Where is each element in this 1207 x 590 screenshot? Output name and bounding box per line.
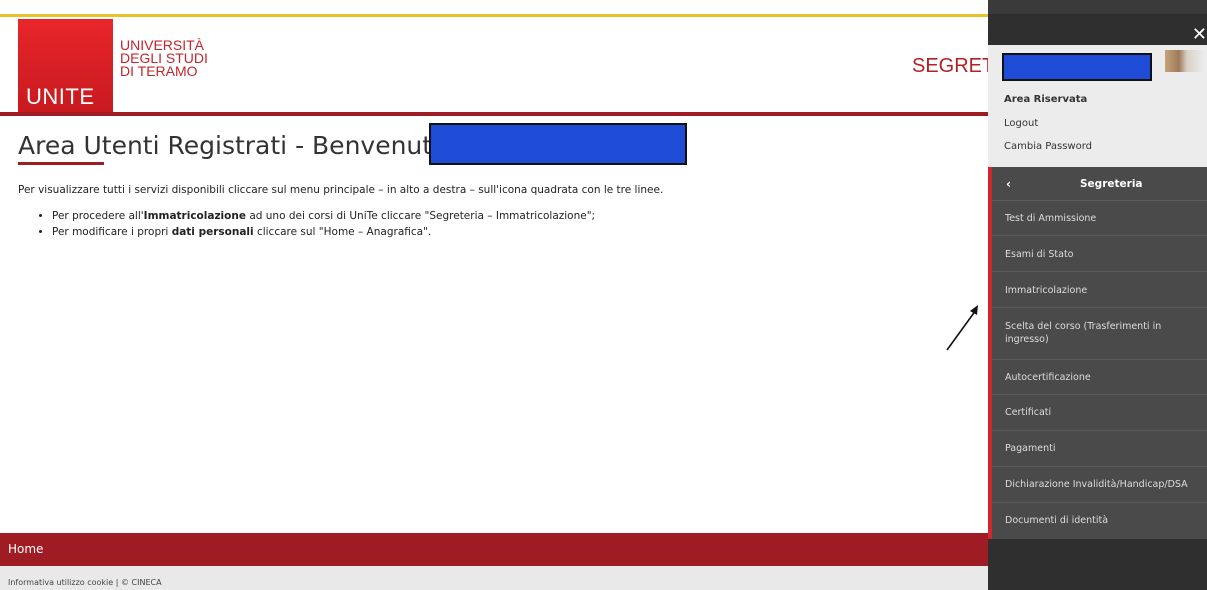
segreteria-menu: ‹ Segreteria Test di Ammissione Esami di… xyxy=(988,167,1207,539)
menu-title: Segreteria xyxy=(1080,178,1143,190)
footer-home-link[interactable]: Home xyxy=(8,542,43,556)
redacted-username xyxy=(429,123,687,165)
menu-item-label: Test di Ammissione xyxy=(1005,213,1097,224)
bullet-text: Per procedere all' xyxy=(52,210,144,222)
area-riservata-label: Area Riservata xyxy=(1004,94,1088,105)
menu-item-dichiarazione[interactable]: Dichiarazione Invalidità/Handicap/DSA xyxy=(988,467,1207,503)
section-title: SEGRET xyxy=(912,55,995,77)
bullet-bold: dati personali xyxy=(171,226,254,238)
menu-item-autocertificazione[interactable]: Autocertificazione xyxy=(988,360,1207,395)
avatar xyxy=(1165,50,1205,72)
list-item: Per procedere all'Immatricolazione ad un… xyxy=(52,208,595,224)
title-underline xyxy=(18,162,104,165)
footer-nav: Home xyxy=(0,533,988,566)
menu-item-label: Documenti di identità xyxy=(1005,515,1109,526)
menu-item-documenti-identita[interactable]: Documenti di identità xyxy=(988,503,1207,539)
unite-logo[interactable]: UNITE xyxy=(18,19,113,112)
bullet-bold: Immatricolazione xyxy=(143,210,246,222)
university-name: UNIVERSITÀ DEGLI STUDI DI TERAMO xyxy=(120,38,208,79)
panel-bottom xyxy=(988,539,1207,590)
page-title: Area Utenti Registrati - Benvenuto xyxy=(18,131,448,160)
close-icon[interactable]: ✕ xyxy=(1192,24,1207,45)
intro-text: Per visualizzare tutti i servizi disponi… xyxy=(18,184,664,196)
menu-header: ‹ Segreteria xyxy=(988,167,1207,201)
header-divider xyxy=(0,112,988,116)
menu-item-label: Immatricolazione xyxy=(1005,285,1088,296)
footer-info: Informativa utilizzo cookie | © CINECA xyxy=(0,566,988,590)
list-item: Per modificare i propri dati personali c… xyxy=(52,224,595,240)
university-line-3: DI TERAMO xyxy=(120,63,198,79)
panel-top-bar: ✕ xyxy=(988,14,1207,45)
menu-item-label: Dichiarazione Invalidità/Handicap/DSA xyxy=(1005,479,1188,490)
menu-item-scelta-corso[interactable]: Scelta del corso (Trasferimenti in ingre… xyxy=(988,308,1207,360)
menu-item-test-ammissione[interactable]: Test di Ammissione xyxy=(988,200,1207,236)
menu-item-esami-di-stato[interactable]: Esami di Stato xyxy=(988,236,1207,272)
back-chevron-icon[interactable]: ‹ xyxy=(1006,177,1011,191)
menu-active-indicator xyxy=(988,167,992,539)
menu-item-label: Esami di Stato xyxy=(1005,249,1074,260)
logo-text: UNITE xyxy=(26,84,95,109)
menu-item-label: Certificati xyxy=(1005,407,1052,418)
menu-item-label: Pagamenti xyxy=(1005,443,1056,454)
site-header: UNITE UNIVERSITÀ DEGLI STUDI DI TERAMO S… xyxy=(0,17,994,112)
instructions-list: Per procedere all'Immatricolazione ad un… xyxy=(18,208,595,240)
menu-item-immatricolazione[interactable]: Immatricolazione xyxy=(988,272,1207,308)
user-area: Area Riservata Logout Cambia Password xyxy=(988,45,1207,167)
footer-cookie-text[interactable]: Informativa utilizzo cookie | © CINECA xyxy=(8,578,162,587)
bullet-text: Per modificare i propri xyxy=(52,226,172,238)
menu-item-certificati[interactable]: Certificati xyxy=(988,395,1207,431)
menu-item-pagamenti[interactable]: Pagamenti xyxy=(988,431,1207,467)
change-password-link[interactable]: Cambia Password xyxy=(1004,141,1092,152)
bullet-text: ad uno dei corsi di UniTe cliccare "Segr… xyxy=(245,210,596,222)
bullet-text: cliccare sul "Home – Anagrafica". xyxy=(253,226,432,238)
logout-link[interactable]: Logout xyxy=(1004,118,1038,129)
redacted-user-name xyxy=(1002,53,1152,81)
annotation-arrow-icon xyxy=(946,305,978,351)
side-menu-panel: ✕ Area Riservata Logout Cambia Password … xyxy=(988,0,1207,590)
menu-item-label: Autocertificazione xyxy=(1005,372,1091,383)
menu-item-label: Scelta del corso (Trasferimenti in ingre… xyxy=(1005,321,1162,345)
